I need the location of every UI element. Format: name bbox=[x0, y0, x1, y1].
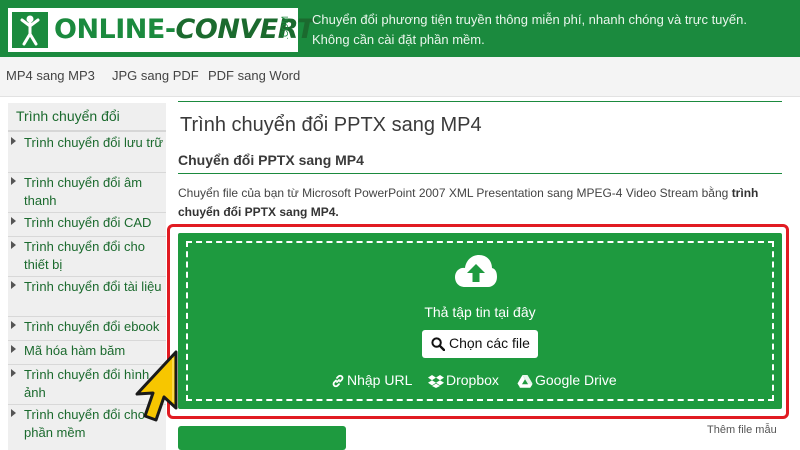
sidebar-item-cad[interactable]: Trình chuyển đổi CAD bbox=[8, 213, 166, 237]
drop-files-text: Thả tập tin tại đây bbox=[424, 304, 536, 320]
site-header: ONLINE-CONVERT .COM Chuyển đổi phương ti… bbox=[0, 0, 800, 57]
choose-files-label: Chọn các file bbox=[449, 335, 530, 351]
sidebar-item-label: Trình chuyển đổi CAD bbox=[24, 215, 152, 230]
google-drive-label: Google Drive bbox=[535, 372, 617, 388]
caret-right-icon bbox=[11, 369, 16, 377]
search-icon bbox=[431, 337, 445, 351]
logo-figure-icon bbox=[12, 12, 48, 48]
sidebar-item-archive[interactable]: Trình chuyển đổi lưu trữ bbox=[8, 133, 166, 173]
more-sample-files-link[interactable]: Thêm file mẫu bbox=[707, 424, 777, 436]
cloud-upload-icon bbox=[455, 255, 497, 287]
dropbox-label: Dropbox bbox=[446, 372, 499, 388]
dropbox-icon bbox=[428, 375, 444, 388]
sidebar-item-document[interactable]: Trình chuyển đổi tài liệu bbox=[8, 277, 166, 317]
enter-url-link[interactable]: Nhập URL bbox=[331, 372, 413, 390]
caret-right-icon bbox=[11, 409, 16, 417]
google-drive-icon bbox=[517, 375, 533, 388]
page-subtitle: Chuyển đổi PPTX sang MP4 bbox=[178, 152, 364, 168]
sidebar-title: Trình chuyển đổi bbox=[16, 108, 120, 124]
dropbox-link[interactable]: Dropbox bbox=[428, 372, 512, 390]
logo-wordmark: ONLINE-CONVERT bbox=[54, 14, 315, 45]
header-tagline: Chuyển đổi phương tiện truyền thông miễn… bbox=[312, 12, 747, 47]
google-drive-link[interactable]: Google Drive bbox=[517, 372, 623, 390]
topnav-link-pdf-word[interactable]: PDF sang Word bbox=[208, 68, 300, 83]
enter-url-label: Nhập URL bbox=[347, 372, 413, 388]
description-text: Chuyển file của bạn từ Microsoft PowerPo… bbox=[178, 186, 729, 200]
caret-right-icon bbox=[11, 217, 16, 225]
pointer-arrow-icon bbox=[135, 350, 178, 422]
topnav-link-jpg-pdf[interactable]: JPG sang PDF bbox=[112, 68, 199, 83]
logo-suffix: .COM bbox=[280, 16, 290, 40]
caret-right-icon bbox=[11, 281, 16, 289]
main-top-divider bbox=[178, 101, 782, 102]
link-icon bbox=[332, 374, 344, 388]
page-title: Trình chuyển đổi PPTX sang MP4 bbox=[180, 114, 482, 136]
sidebar-item-label: Trình chuyển đổi tài liệu bbox=[24, 279, 162, 294]
caret-right-icon bbox=[11, 241, 16, 249]
sidebar-item-label: Trình chuyển đổi ebook bbox=[24, 319, 160, 334]
caret-right-icon bbox=[11, 177, 16, 185]
start-conversion-button[interactable] bbox=[178, 426, 346, 450]
page: ONLINE-CONVERT .COM Chuyển đổi phương ti… bbox=[0, 0, 800, 450]
sidebar-item-device[interactable]: Trình chuyển đổi cho thiết bị bbox=[8, 237, 166, 277]
caret-right-icon bbox=[11, 137, 16, 145]
caret-right-icon bbox=[11, 321, 16, 329]
page-description: Chuyển file của bạn từ Microsoft PowerPo… bbox=[178, 184, 778, 222]
site-logo[interactable]: ONLINE-CONVERT .COM bbox=[8, 8, 315, 52]
logo-accent-text: CONVERT bbox=[175, 14, 316, 45]
file-dropzone[interactable]: Thả tập tin tại đây Chọn các file Nhập U… bbox=[178, 233, 782, 409]
sidebar-item-audio[interactable]: Trình chuyển đổi âm thanh bbox=[8, 173, 166, 213]
subtitle-divider bbox=[178, 173, 782, 174]
logo-main-text: ONLINE- bbox=[54, 14, 176, 45]
topnav-link-mp4-mp3[interactable]: MP4 sang MP3 bbox=[6, 68, 95, 83]
sidebar-item-ebook[interactable]: Trình chuyển đổi ebook bbox=[8, 317, 166, 341]
caret-right-icon bbox=[11, 345, 16, 353]
sidebar-divider bbox=[8, 130, 166, 132]
sidebar-item-label: Trình chuyển đổi âm thanh bbox=[24, 175, 143, 208]
top-navigation: MP4 sang MP3 JPG sang PDF PDF sang Word bbox=[0, 57, 800, 97]
sidebar-item-label: Trình chuyển đổi lưu trữ bbox=[24, 135, 164, 150]
choose-files-button[interactable]: Chọn các file bbox=[422, 330, 538, 358]
sidebar-item-label: Trình chuyển đổi cho thiết bị bbox=[24, 239, 145, 272]
